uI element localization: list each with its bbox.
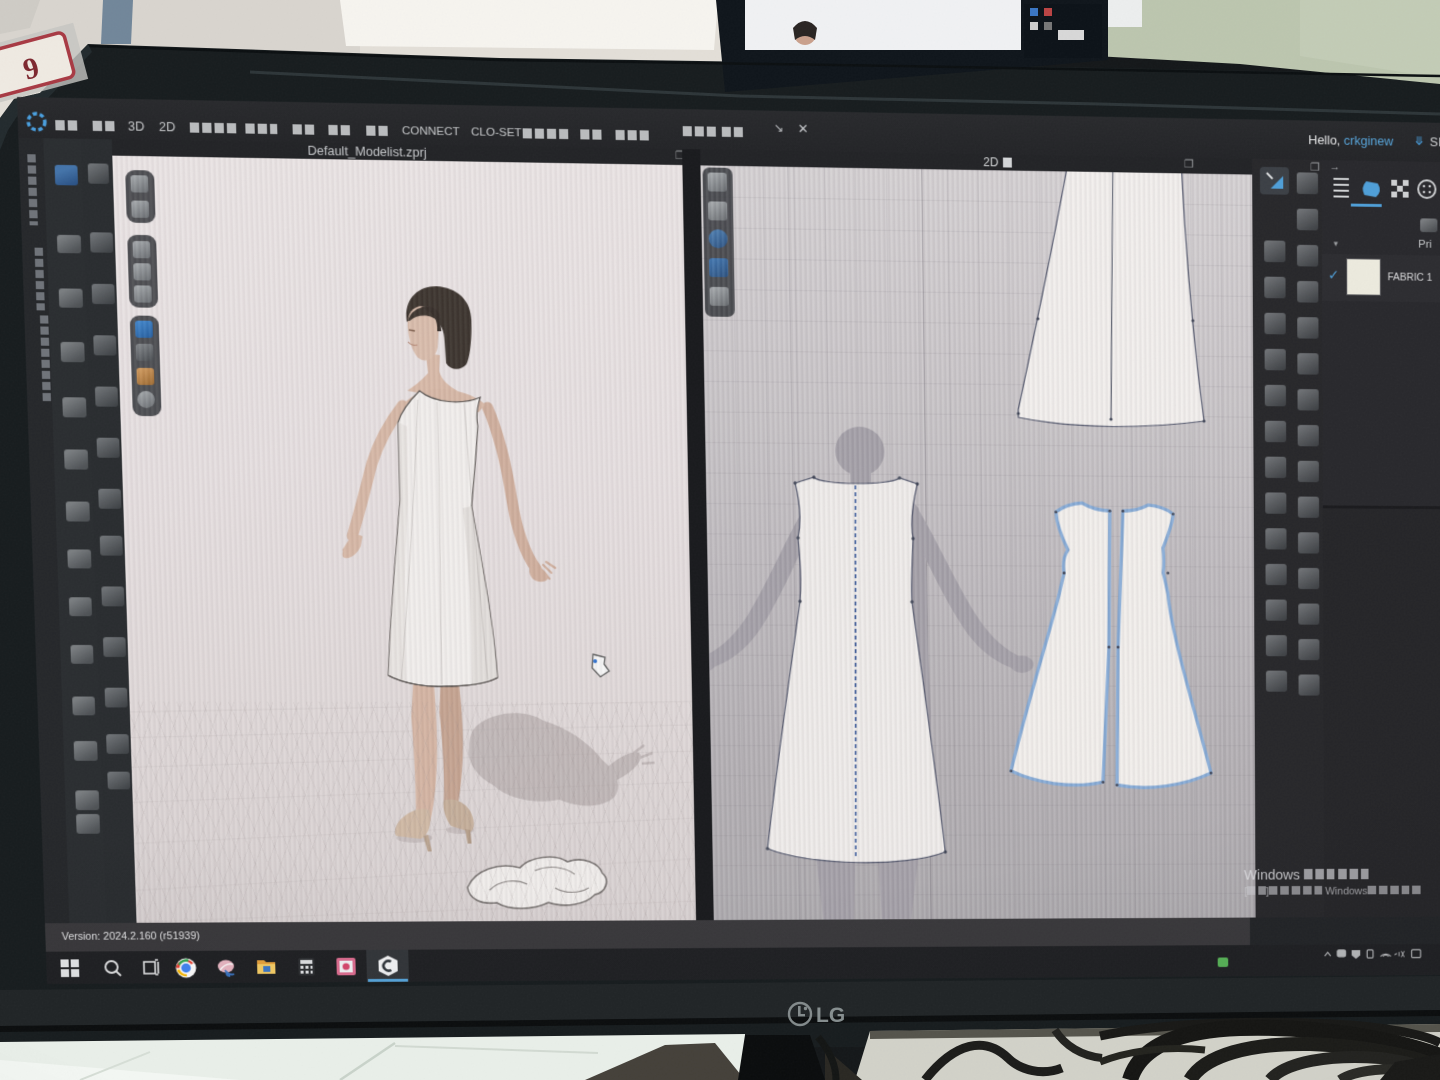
svg-text:LG: LG <box>816 1004 845 1027</box>
